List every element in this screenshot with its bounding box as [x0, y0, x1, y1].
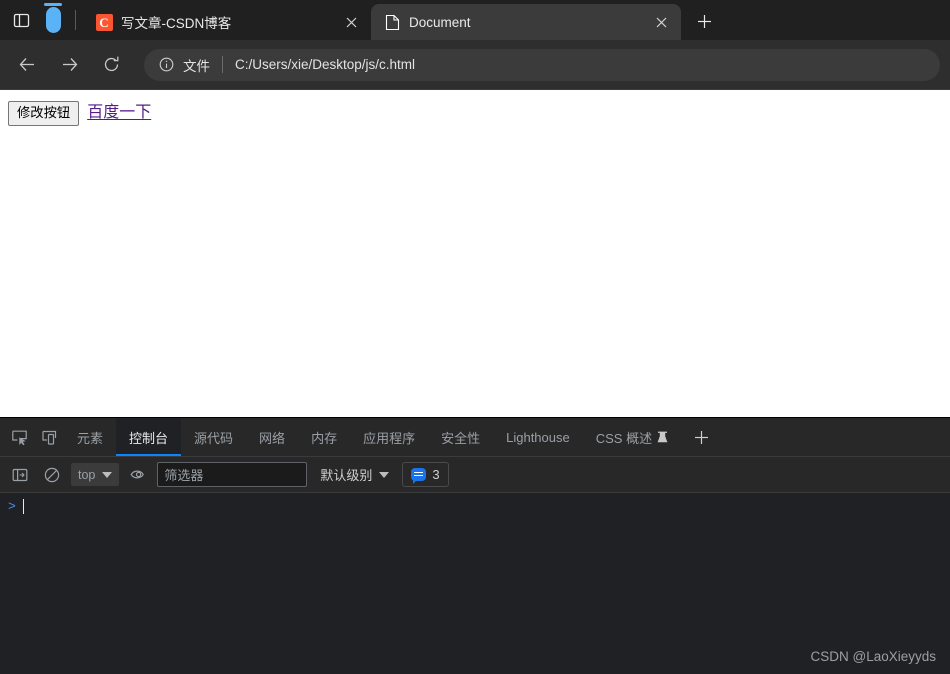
browser-tab-title: 写文章-CSDN博客	[121, 16, 232, 31]
devtools-tab-label: 控制台	[129, 430, 169, 446]
console-level-selector[interactable]: 默认级别	[313, 463, 396, 486]
tab-list-icon[interactable]	[6, 5, 36, 35]
address-bar[interactable]: 文件 C:/Users/xie/Desktop/js/c.html	[144, 48, 940, 81]
forward-icon[interactable]	[52, 48, 86, 82]
browser-tab-document[interactable]: Document	[371, 4, 681, 40]
console-output-area[interactable]: > CSDN @LaoXieyyds	[0, 493, 950, 674]
devtools-tab-label: 元素	[77, 430, 104, 446]
console-level-value: 默认级别	[320, 468, 373, 483]
page-viewport: 修改按钮 百度一下	[0, 90, 950, 417]
browser-window: C 写文章-CSDN博客 Document 文件 C:/Users/xie/De…	[0, 0, 950, 674]
devtools-tab-label: 源代码	[194, 430, 234, 446]
info-icon[interactable]	[158, 56, 175, 73]
devtools-tab-label: 网络	[259, 430, 286, 446]
message-bubble-icon	[411, 468, 427, 484]
inspect-element-icon[interactable]	[4, 418, 34, 456]
chevron-down-icon	[102, 471, 113, 478]
close-icon[interactable]	[339, 10, 363, 34]
new-tab-button[interactable]	[687, 4, 721, 38]
devtools-tab-label: 内存	[311, 430, 338, 446]
console-text-caret	[22, 498, 24, 514]
console-prompt-icon: >	[8, 498, 16, 514]
tab-strip: C 写文章-CSDN博客 Document	[0, 0, 950, 40]
devtools-tab-bar: 元素 控制台 源代码 网络 内存 应用程序 安全性 Lighthouse CSS…	[0, 418, 950, 457]
vertical-tabs-icon[interactable]	[36, 0, 70, 40]
document-favicon	[383, 13, 401, 31]
vertical-tabs-bar	[44, 3, 62, 6]
devtools-tab-security[interactable]: 安全性	[428, 418, 493, 456]
device-toolbar-icon[interactable]	[34, 418, 64, 456]
flask-icon	[657, 431, 668, 444]
devtools-tab-lighthouse[interactable]: Lighthouse	[493, 418, 583, 456]
more-devtools-tabs-button[interactable]	[681, 418, 721, 456]
chevron-down-icon	[379, 471, 390, 478]
close-icon[interactable]	[649, 10, 673, 34]
devtools-panel: 元素 控制台 源代码 网络 内存 应用程序 安全性 Lighthouse CSS…	[0, 417, 950, 674]
devtools-tab-network[interactable]: 网络	[246, 418, 298, 456]
address-bar-divider	[222, 56, 223, 73]
address-bar-scheme: 文件	[183, 58, 210, 74]
clear-console-icon[interactable]	[39, 463, 65, 487]
refresh-icon[interactable]	[94, 48, 128, 82]
console-context-selector[interactable]: top	[71, 463, 120, 486]
csdn-favicon-letter: C	[95, 13, 113, 31]
console-prompt-row[interactable]: >	[0, 496, 950, 516]
browser-tab-title: Document	[409, 14, 471, 30]
tab-strip-leading-controls	[0, 0, 83, 40]
vertical-tabs-pill	[45, 7, 61, 33]
watermark-text: CSDN @LaoXieyyds	[810, 649, 936, 664]
console-toolbar: top 筛选器 默认级别 3	[0, 457, 950, 493]
devtools-tab-memory[interactable]: 内存	[298, 418, 350, 456]
devtools-tab-sources[interactable]: 源代码	[181, 418, 246, 456]
page-content-row: 修改按钮 百度一下	[8, 98, 942, 126]
devtools-tab-label: Lighthouse	[506, 429, 570, 445]
live-expression-icon[interactable]	[125, 463, 151, 487]
tab-strip-separator	[75, 10, 76, 30]
devtools-tab-console[interactable]: 控制台	[116, 418, 182, 456]
devtools-tab-elements[interactable]: 元素	[64, 418, 116, 456]
devtools-tab-label: CSS 概述	[595, 430, 653, 446]
devtools-tab-label: 应用程序	[363, 430, 416, 446]
console-sidebar-icon[interactable]	[7, 463, 33, 487]
console-filter-input[interactable]: 筛选器	[157, 462, 308, 487]
devtools-tab-css-overview[interactable]: CSS 概述	[583, 418, 681, 456]
console-filter-placeholder: 筛选器	[164, 468, 204, 483]
csdn-favicon: C	[95, 13, 113, 31]
devtools-tab-label: 安全性	[441, 430, 481, 446]
baidu-link[interactable]: 百度一下	[87, 98, 151, 122]
modify-button[interactable]: 修改按钮	[8, 101, 80, 126]
browser-toolbar: 文件 C:/Users/xie/Desktop/js/c.html	[0, 40, 950, 90]
browser-tab-csdn[interactable]: C 写文章-CSDN博客	[83, 4, 371, 40]
address-bar-url[interactable]: C:/Users/xie/Desktop/js/c.html	[235, 57, 415, 72]
back-icon[interactable]	[10, 48, 44, 82]
console-message-count: 3	[432, 467, 440, 482]
console-message-count-badge[interactable]: 3	[402, 462, 449, 487]
devtools-tab-application[interactable]: 应用程序	[350, 418, 428, 456]
console-context-value: top	[78, 467, 96, 482]
